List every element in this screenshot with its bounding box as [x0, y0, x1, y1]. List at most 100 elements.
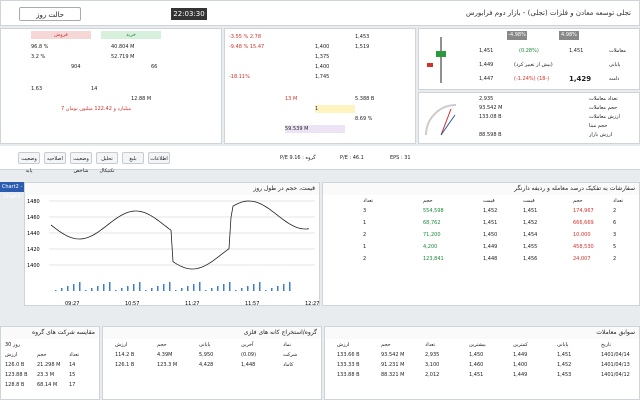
volume-bar	[91, 288, 93, 291]
volume-bar	[199, 282, 201, 291]
btn-1[interactable]: اصلاحیه	[44, 152, 66, 164]
stat-value-2: 133.08 B	[479, 114, 502, 120]
compare-days[interactable]: 30 روز	[5, 341, 20, 349]
bm-col: حجم	[157, 342, 167, 348]
price-row-2-label: پایانی	[609, 62, 621, 68]
price-row-1-right: 1,451	[569, 48, 584, 54]
btn-0[interactable]: وضعیت پایه	[18, 152, 40, 174]
price-row-3-left: 1,447	[479, 76, 494, 82]
order-book-panel: سفارشات به تفکیک درصد معامله و ردیفه دار…	[322, 182, 640, 306]
btn-2[interactable]: وضعیت شاخص	[70, 152, 92, 174]
br-cell: 1401/04/14	[601, 352, 630, 358]
buy-header: خرید	[101, 31, 161, 39]
ob-col-2: قیمت	[523, 198, 535, 204]
bm-col: نماد	[283, 342, 292, 348]
volume-bar	[145, 290, 147, 291]
order-book-title: سفارشات به تفکیک درصد معامله و ردیفه دار…	[323, 183, 639, 195]
br-cell: 1,449	[513, 372, 528, 378]
ob-cell: 71,200	[423, 232, 441, 238]
industry-group-title: گروه/استخراج کانه های فلزی	[103, 327, 321, 339]
bl-col: حجم	[37, 352, 47, 358]
mid-group-pe: P/E گروه : 9.16	[280, 155, 316, 161]
ob-cell: 24,007	[573, 256, 591, 262]
volume-bar	[175, 290, 177, 291]
volume-bar	[289, 282, 291, 291]
volume-bar	[211, 288, 213, 291]
y-tick: 1480	[27, 199, 40, 205]
mid-pe: P/E : 46.1	[340, 155, 364, 161]
mid-vol-mid: 13 M	[285, 96, 298, 102]
right-value-1: 1,400	[315, 44, 330, 50]
ob-cell: 10,000	[573, 232, 591, 238]
bl-cell: 23.3 M	[37, 372, 55, 378]
bm-col: پایانی	[199, 342, 211, 348]
compare-group-title: مقایسه شرکت های گروه	[1, 327, 99, 339]
price-line	[50, 200, 310, 270]
volume-bar	[85, 290, 87, 291]
y-tick: 1460	[27, 215, 40, 221]
compare-group-panel: مقایسه شرکت های گروه 30 روز ارزش حجم تعداد…	[0, 326, 100, 400]
br-cell: 2,012	[425, 372, 440, 378]
bl-col: ارزش	[5, 352, 18, 358]
mid-count: 1	[315, 105, 355, 113]
count-sell: 66	[151, 64, 158, 70]
ob-col-0: تعداد	[613, 198, 624, 204]
volume-bar	[103, 284, 105, 291]
stat-label-2: ارزش معاملات	[589, 114, 620, 120]
bm-cell: 4.39M	[157, 352, 173, 358]
trade-history-panel: سوابق معاملات تاریخ پایانی کمترین بیشترین تع…	[324, 326, 640, 400]
btn-5[interactable]: اطلاعات	[148, 152, 170, 164]
stat-value-4: 88.598 B	[479, 132, 502, 138]
ob-cell: 2	[363, 256, 367, 262]
volume-bar	[283, 284, 285, 291]
volume-bar	[127, 286, 129, 291]
stat-label-1: حجم معاملات	[589, 105, 618, 111]
br-cell: 1,453	[557, 372, 572, 378]
ob-cell: 1,449	[483, 244, 498, 250]
br-cell: 1,452	[557, 362, 572, 368]
br-cell: 88.321 M	[381, 372, 405, 378]
br-cell: 133.88 B	[337, 372, 360, 378]
bm-cell: 123.3 M	[157, 362, 178, 368]
br-cell: 3,100	[425, 362, 440, 368]
misc-value: 1.63	[31, 86, 43, 92]
ob-cell: 174,967	[573, 208, 594, 214]
ob-cell: 4,200	[423, 244, 438, 250]
bl-cell: 126.0 B	[5, 362, 25, 368]
bl-cell: 17	[69, 382, 76, 388]
status-button[interactable]: حالت روز	[19, 7, 81, 21]
btn-3[interactable]: تحلیل تکنیکال	[96, 152, 118, 174]
volume-bar	[109, 282, 111, 291]
x-tick: 11:57	[245, 301, 259, 306]
right-pct-4: -18.11%	[229, 74, 250, 80]
ob-cell: 666,669	[573, 220, 594, 226]
misc-value-2: 14	[91, 86, 98, 92]
total-a: 12.88 M	[131, 96, 152, 102]
bm-col: ارزش	[115, 342, 128, 348]
volume-bar	[163, 284, 165, 291]
br-cell: 1,460	[469, 362, 484, 368]
right-pct-1: -9.48 % 15.47	[229, 44, 265, 50]
pct-sell-badge: 4.98%	[559, 31, 579, 40]
btn-4[interactable]: بلیغ	[122, 152, 144, 164]
ob-cell: 1,450	[483, 232, 498, 238]
mini-candle-chart	[421, 33, 461, 87]
br-cell: 133.66 B	[337, 352, 360, 358]
br-cell: 1401/04/13	[601, 362, 630, 368]
br-cell: 1401/04/12	[601, 372, 630, 378]
price-row-2-right: (بیش از تغییر کرد)	[514, 62, 553, 68]
ob-col-1: حجم	[573, 198, 583, 204]
middle-info-panel: 1,453 -3.55 % 2.78 1,400 -9.48 % 15.47 1…	[224, 28, 416, 144]
count-buy: 904	[71, 64, 81, 70]
chart-tab[interactable]: Chart2 - Chart3	[0, 182, 24, 200]
volume-bar	[181, 288, 183, 291]
volume-bar	[217, 286, 219, 291]
bl-cell: 68.14 M	[37, 382, 58, 388]
ob-cell: 1	[363, 244, 367, 250]
br-col: تعداد	[425, 342, 436, 348]
volume-bar	[259, 282, 261, 291]
volume-bar	[235, 290, 237, 291]
bl-col: تعداد	[69, 352, 80, 358]
volume-bar	[229, 282, 231, 291]
ob-cell: 458,530	[573, 244, 594, 250]
